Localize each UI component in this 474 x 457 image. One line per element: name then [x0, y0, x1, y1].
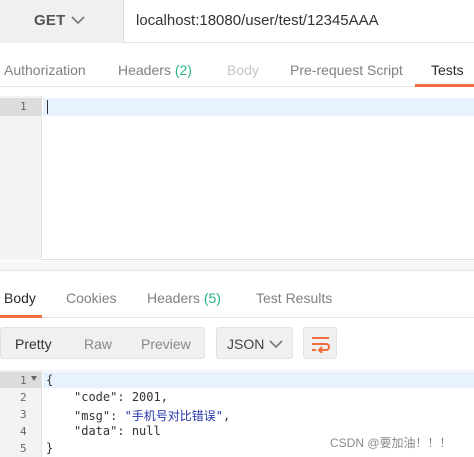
tests-editor[interactable]: 1 [0, 96, 474, 260]
json-open-brace: { [46, 373, 54, 387]
chevron-down-icon [269, 340, 283, 349]
url-input[interactable]: localhost:18080/user/test/12345AAA [136, 12, 379, 29]
watermark: CSDN @要加油！！！ [330, 436, 452, 450]
request-tabs: Authorization Headers (2) Body Pre-reque… [0, 43, 474, 87]
line-number: 2 [20, 391, 27, 404]
line-number: 1 [20, 100, 27, 113]
response-toolbar: Pretty Raw Preview JSON [0, 318, 474, 370]
tab-response-body[interactable]: Body [4, 290, 36, 306]
json-key: "msg" [74, 409, 111, 423]
view-mode-selector: Pretty Raw Preview [0, 327, 205, 359]
json-close-brace: } [46, 441, 54, 455]
active-line-highlight [43, 98, 474, 116]
json-line-msg: "msg": "手机号对比错误", [74, 409, 231, 423]
active-tab-indicator [415, 84, 474, 87]
tab-cookies[interactable]: Cookies [66, 290, 117, 306]
json-line-code: "code": 2001, [74, 390, 168, 404]
tab-tests[interactable]: Tests [431, 62, 464, 78]
json-value: "手机号对比错误" [124, 409, 224, 423]
tab-headers-count: (2) [174, 62, 192, 78]
method-label: GET [34, 12, 66, 29]
tab-body[interactable]: Body [227, 62, 259, 78]
pretty-button[interactable]: Pretty [15, 336, 52, 352]
json-key: "code" [74, 390, 118, 404]
tab-response-headers-count: (5) [203, 290, 221, 306]
tab-response-headers[interactable]: Headers (5) [147, 290, 221, 306]
response-gutter: 1 2 3 4 5 [0, 371, 42, 457]
tab-response-headers-label: Headers [147, 290, 200, 306]
wrap-lines-button[interactable] [303, 327, 337, 359]
fold-arrow-icon[interactable] [31, 376, 37, 381]
tab-pre-request-script[interactable]: Pre-request Script [290, 62, 403, 78]
format-label: JSON [227, 336, 265, 352]
json-value: 2001 [131, 390, 161, 404]
format-select[interactable]: JSON [216, 327, 293, 359]
line-number: 3 [20, 408, 27, 421]
raw-button[interactable]: Raw [84, 336, 112, 352]
pane-divider[interactable] [0, 261, 474, 271]
tab-test-results[interactable]: Test Results [256, 290, 332, 306]
wrap-lines-icon [312, 337, 330, 353]
line-number: 4 [20, 425, 27, 438]
request-url-bar: GET localhost:18080/user/test/12345AAA [0, 0, 474, 43]
tab-headers-label: Headers [118, 62, 171, 78]
text-cursor [47, 100, 48, 114]
preview-button[interactable]: Preview [141, 336, 191, 352]
editor-gutter: 1 [0, 96, 42, 260]
json-value: null [131, 424, 161, 438]
tab-authorization[interactable]: Authorization [4, 62, 86, 78]
json-line-data: "data": null [74, 424, 161, 438]
line-number: 5 [20, 442, 27, 455]
response-tabs: Body Cookies Headers (5) Test Results [0, 272, 474, 318]
tab-headers[interactable]: Headers (2) [118, 62, 192, 78]
method-select[interactable]: GET [0, 0, 124, 43]
line-number: 1 [20, 374, 27, 387]
active-line-highlight [43, 372, 474, 388]
chevron-down-icon [71, 16, 85, 25]
json-key: "data" [74, 424, 118, 438]
